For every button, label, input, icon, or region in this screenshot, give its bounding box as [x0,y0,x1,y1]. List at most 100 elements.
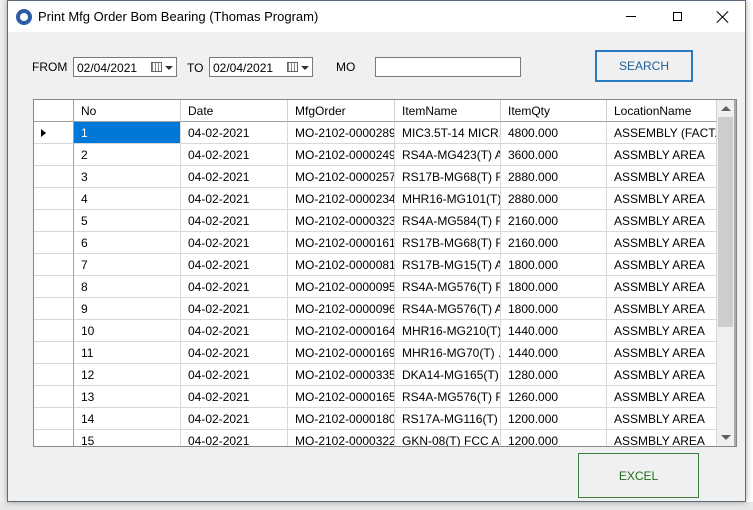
table-cell-col-locationname[interactable]: ASSMBLY AREA [607,166,717,188]
vertical-scrollbar[interactable] [717,100,734,446]
table-cell-col-date[interactable]: 04-02-2021 [181,188,288,210]
table-cell-col-itemqty[interactable]: 3600.000 [501,144,607,166]
table-cell-col-date[interactable]: 04-02-2021 [181,210,288,232]
table-cell-col-itemqty[interactable]: 1200.000 [501,430,607,446]
table-cell-col-mfgorder[interactable]: MO-2102-0000322 [288,430,395,446]
row-header[interactable] [34,298,74,320]
table-cell-col-no[interactable]: 9 [74,298,181,320]
header-col-itemqty[interactable]: ItemQty [501,100,607,122]
table-cell-col-itemname[interactable]: RS4A-MG576(T) R... [395,386,501,408]
scroll-up-arrow-icon[interactable] [721,106,731,111]
table-cell-col-locationname[interactable]: ASSMBLY AREA [607,232,717,254]
table-cell-col-itemname[interactable]: RS4A-MG576(T) F... [395,276,501,298]
table-cell-col-locationname[interactable]: ASSMBLY AREA [607,144,717,166]
table-cell-col-locationname[interactable]: ASSMBLY AREA [607,408,717,430]
to-date-picker[interactable]: 02/04/2021 [209,57,313,77]
from-date-picker[interactable]: 02/04/2021 [73,57,177,77]
row-header[interactable] [34,430,74,446]
table-cell-col-itemname[interactable]: MHR16-MG70(T) ... [395,342,501,364]
table-cell-col-locationname[interactable]: ASSMBLY AREA [607,188,717,210]
table-cell-col-no[interactable]: 4 [74,188,181,210]
table-cell-col-itemname[interactable]: MHR16-MG210(T)... [395,320,501,342]
table-cell-col-locationname[interactable]: ASSMBLY AREA [607,386,717,408]
table-cell-col-itemqty[interactable]: 2160.000 [501,232,607,254]
table-cell-col-no[interactable]: 6 [74,232,181,254]
table-cell-col-itemname[interactable]: RS4A-MG576(T) A... [395,298,501,320]
row-header[interactable] [34,210,74,232]
table-cell-col-no[interactable]: 15 [74,430,181,446]
table-cell-col-mfgorder[interactable]: MO-2102-0000161 [288,232,395,254]
table-cell-col-date[interactable]: 04-02-2021 [181,298,288,320]
table-cell-col-date[interactable]: 04-02-2021 [181,386,288,408]
row-header[interactable] [34,320,74,342]
table-cell-col-itemqty[interactable]: 1200.000 [501,408,607,430]
table-cell-col-mfgorder[interactable]: MO-2102-0000257 [288,166,395,188]
table-cell-col-date[interactable]: 04-02-2021 [181,342,288,364]
header-col-mfgorder[interactable]: MfgOrder [288,100,395,122]
table-cell-col-itemqty[interactable]: 1800.000 [501,298,607,320]
table-cell-col-mfgorder[interactable]: MO-2102-0000289 [288,122,395,144]
table-cell-col-date[interactable]: 04-02-2021 [181,320,288,342]
scroll-thumb[interactable] [718,117,733,327]
table-cell-col-itemqty[interactable]: 1800.000 [501,276,607,298]
row-header[interactable] [34,166,74,188]
row-header[interactable] [34,386,74,408]
table-cell-col-locationname[interactable]: ASSMBLY AREA [607,364,717,386]
table-cell-col-itemname[interactable]: MIC3.5T-14 MICR... [395,122,501,144]
mo-input[interactable] [375,57,521,77]
table-cell-col-date[interactable]: 04-02-2021 [181,144,288,166]
table-cell-col-itemqty[interactable]: 2880.000 [501,188,607,210]
table-cell-col-date[interactable]: 04-02-2021 [181,232,288,254]
table-cell-col-mfgorder[interactable]: MO-2102-0000096 [288,298,395,320]
table-cell-col-no[interactable]: 3 [74,166,181,188]
table-cell-col-locationname[interactable]: ASSMBLY AREA [607,276,717,298]
table-cell-col-date[interactable]: 04-02-2021 [181,254,288,276]
table-cell-col-itemname[interactable]: RS17B-MG68(T) R... [395,232,501,254]
table-cell-col-date[interactable]: 04-02-2021 [181,122,288,144]
row-header[interactable] [34,232,74,254]
table-cell-col-itemname[interactable]: MHR16-MG101(T)... [395,188,501,210]
table-cell-col-no[interactable]: 13 [74,386,181,408]
scroll-down-arrow-icon[interactable] [721,435,731,440]
table-cell-col-mfgorder[interactable]: MO-2102-0000180 [288,408,395,430]
table-cell-col-itemqty[interactable]: 2880.000 [501,166,607,188]
table-cell-col-locationname[interactable]: ASSMBLY AREA [607,342,717,364]
table-cell-col-no[interactable]: 11 [74,342,181,364]
table-cell-col-mfgorder[interactable]: MO-2102-0000169 [288,342,395,364]
table-cell-col-no[interactable]: 14 [74,408,181,430]
table-cell-col-itemqty[interactable]: 4800.000 [501,122,607,144]
table-cell-col-no[interactable]: 2 [74,144,181,166]
table-cell-col-itemqty[interactable]: 2160.000 [501,210,607,232]
table-cell-col-date[interactable]: 04-02-2021 [181,430,288,446]
table-cell-col-date[interactable]: 04-02-2021 [181,276,288,298]
table-cell-col-no[interactable]: 12 [74,364,181,386]
table-cell-col-itemname[interactable]: DKA14-MG165(T) ... [395,364,501,386]
table-cell-col-mfgorder[interactable]: MO-2102-0000095 [288,276,395,298]
row-header[interactable] [34,342,74,364]
table-cell-col-mfgorder[interactable]: MO-2102-0000165 [288,386,395,408]
table-cell-col-mfgorder[interactable]: MO-2102-0000081 [288,254,395,276]
header-col-itemname[interactable]: ItemName [395,100,501,122]
table-cell-col-no[interactable]: 7 [74,254,181,276]
maximize-button[interactable] [654,1,700,32]
table-cell-col-mfgorder[interactable]: MO-2102-0000323 [288,210,395,232]
minimize-button[interactable] [608,1,654,32]
header-col-no[interactable]: No [74,100,181,122]
row-header[interactable] [34,122,74,144]
table-cell-col-mfgorder[interactable]: MO-2102-0000335 [288,364,395,386]
table-cell-col-date[interactable]: 04-02-2021 [181,408,288,430]
table-cell-col-mfgorder[interactable]: MO-2102-0000164 [288,320,395,342]
search-button[interactable]: SEARCH [595,50,693,82]
close-button[interactable] [700,1,746,32]
table-cell-col-locationname[interactable]: ASSMBLY AREA [607,320,717,342]
table-cell-col-itemname[interactable]: RS4A-MG584(T) F... [395,210,501,232]
table-cell-col-locationname[interactable]: ASSMBLY AREA [607,298,717,320]
table-cell-col-locationname[interactable]: ASSMBLY AREA [607,254,717,276]
table-cell-col-locationname[interactable]: ASSEMBLY (FACT... [607,122,717,144]
table-cell-col-itemname[interactable]: GKN-08(T) FCC Assy [395,430,501,446]
table-cell-col-itemqty[interactable]: 1800.000 [501,254,607,276]
table-cell-col-no[interactable]: 5 [74,210,181,232]
table-cell-col-mfgorder[interactable]: MO-2102-0000249 [288,144,395,166]
table-cell-col-itemname[interactable]: RS17B-MG68(T) F... [395,166,501,188]
table-cell-col-locationname[interactable]: ASSMBLY AREA [607,210,717,232]
